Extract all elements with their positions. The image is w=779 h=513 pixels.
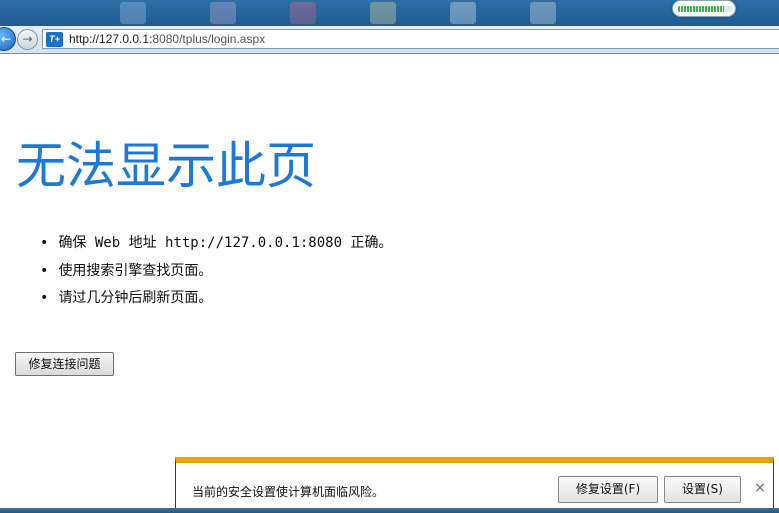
suggestion-text: 使用搜索引擎查找页面。 (58, 262, 213, 279)
fix-connection-button[interactable]: 修复连接问题 (15, 352, 114, 376)
navigation-bar: ← → T+ http://127.0.0.1:8080/tplus/login… (0, 26, 779, 54)
window-titlebar (0, 0, 779, 26)
background-thumbnail (530, 2, 556, 24)
background-thumbnail (290, 2, 316, 24)
bullet-icon: • (40, 235, 49, 251)
fix-settings-button[interactable]: 修复设置(F) (558, 476, 658, 503)
arrow-left-icon: ← (0, 32, 11, 46)
background-thumbnail (120, 2, 146, 24)
background-thumbnail (370, 2, 396, 24)
background-thumbnail (450, 2, 476, 24)
progress-fill (678, 6, 724, 12)
bullet-icon: • (40, 290, 49, 306)
url-host: http://127.0.0.1: (69, 32, 153, 46)
forward-button[interactable]: → (17, 29, 38, 50)
suggestion-text: 请过几分钟后刷新页面。 (58, 290, 213, 306)
address-bar[interactable]: T+ http://127.0.0.1:8080/tplus/login.asp… (42, 29, 779, 49)
list-item: • 使用搜索引擎查找页面。 (40, 258, 392, 286)
settings-button[interactable]: 设置(S) (664, 476, 741, 503)
suggestion-text: 确保 Web 地址 http://127.0.0.1:8080 正确。 (58, 235, 393, 251)
page-title: 无法显示此页 (16, 137, 316, 195)
bullet-icon: • (40, 262, 49, 279)
background-thumbnail (210, 2, 236, 24)
close-icon[interactable]: × (753, 481, 767, 495)
list-item: • 请过几分钟后刷新页面。 (40, 285, 392, 313)
security-notification-bar: 当前的安全设置使计算机面临风险。 修复设置(F) 设置(S) × (175, 457, 774, 513)
list-item: • 确保 Web 地址 http://127.0.0.1:8080 正确。 (40, 230, 392, 258)
url-path: 8080/tplus/login.aspx (152, 32, 266, 46)
back-button[interactable]: ← (0, 27, 16, 51)
notification-message: 当前的安全设置使计算机面临风险。 (192, 485, 385, 499)
url-text[interactable]: http://127.0.0.1:8080/tplus/login.aspx (69, 32, 265, 47)
arrow-right-icon: → (22, 32, 33, 46)
site-favicon-icon: T+ (46, 32, 63, 47)
taskbar (0, 508, 779, 513)
progress-track (678, 6, 732, 12)
loading-progress-indicator (672, 0, 736, 17)
suggestion-list: • 确保 Web 地址 http://127.0.0.1:8080 正确。 • 使用… (40, 230, 392, 313)
